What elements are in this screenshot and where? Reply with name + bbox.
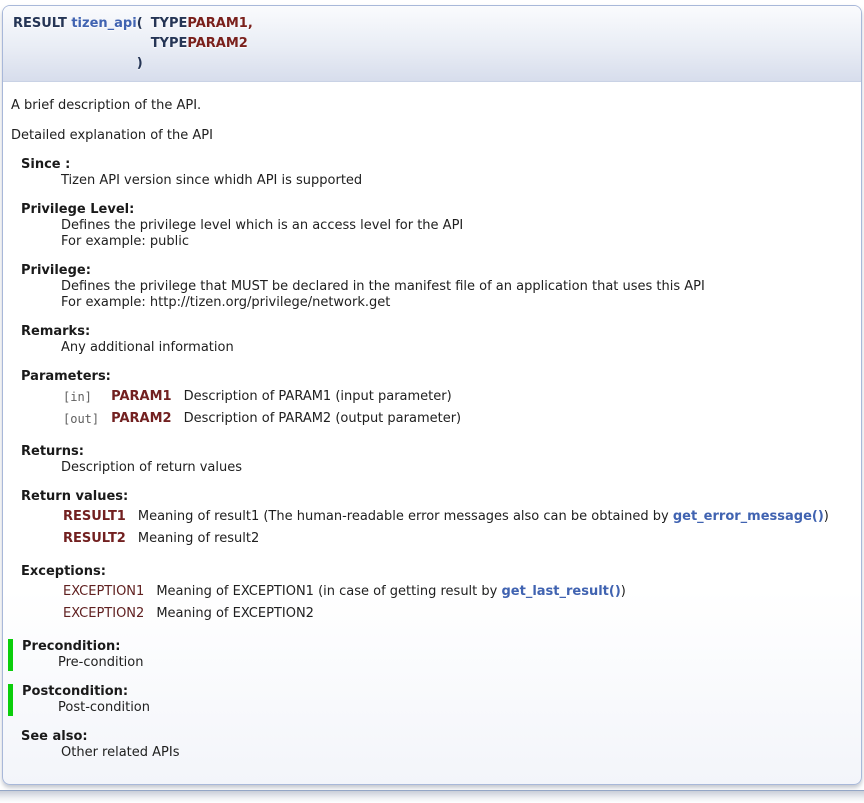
section-parameters-title: Parameters: xyxy=(21,369,855,385)
return-value-description: Meaning of result1 (The human-readable e… xyxy=(138,507,829,527)
param-name: PARAM2 xyxy=(187,34,252,54)
param-direction: [out] xyxy=(63,409,109,429)
section-postcondition-title: Postcondition: xyxy=(22,684,855,700)
section-return-values: Return values: RESULT1 Meaning of result… xyxy=(21,489,855,551)
section-returns: Returns: Description of return values xyxy=(21,444,855,476)
section-returns-text: Description of return values xyxy=(61,460,855,476)
detailed-description: Detailed explanation of the API xyxy=(11,128,853,144)
section-remarks: Remarks: Any additional information xyxy=(21,324,855,356)
section-since-text: Tizen API version since whidh API is sup… xyxy=(61,173,855,189)
function-name-link[interactable]: tizen_api xyxy=(71,16,136,31)
section-precondition-title: Precondition: xyxy=(22,639,855,655)
exception-row: EXCEPTION2 Meaning of EXCEPTION2 xyxy=(63,604,626,624)
section-since-title: Since : xyxy=(21,157,855,173)
signature-return-and-name: RESULT tizen_api xyxy=(13,14,137,34)
section-postcondition-text: Post-condition xyxy=(58,700,855,716)
section-remarks-text: Any additional information xyxy=(61,340,855,356)
parameters-list: [in] PARAM1 Description of PARAM1 (input… xyxy=(61,385,855,431)
param-description: Description of PARAM2 (output parameter) xyxy=(184,409,462,429)
param-direction: [in] xyxy=(63,387,109,407)
signature-row-2: TYPE PARAM2 xyxy=(13,34,253,54)
section-precondition: Precondition: Pre-condition xyxy=(8,639,855,671)
section-since: Since : Tizen API version since whidh AP… xyxy=(21,157,855,189)
exceptions-table: EXCEPTION1 Meaning of EXCEPTION1 (in cas… xyxy=(61,580,628,626)
section-see-also-title: See also: xyxy=(21,729,855,745)
param-type: TYPE xyxy=(151,14,188,34)
exception-row: EXCEPTION1 Meaning of EXCEPTION1 (in cas… xyxy=(63,582,626,602)
exception-name: EXCEPTION2 xyxy=(63,604,154,624)
return-values-table: RESULT1 Meaning of result1 (The human-re… xyxy=(61,505,831,551)
exception-description: Meaning of EXCEPTION1 (in case of gettin… xyxy=(156,582,626,602)
section-see-also-text: Other related APIs xyxy=(61,745,855,761)
parameters-table: [in] PARAM1 Description of PARAM1 (input… xyxy=(61,385,463,431)
param-name: PARAM1 xyxy=(111,387,181,407)
function-prototype-header: RESULT tizen_api ( TYPE PARAM1, TYPE PAR… xyxy=(3,6,861,82)
section-exceptions: Exceptions: EXCEPTION1 Meaning of EXCEPT… xyxy=(21,564,855,626)
section-privilege-example: For example: http://tizen.org/privilege/… xyxy=(61,295,855,311)
param-type: TYPE xyxy=(151,34,188,54)
section-postcondition: Postcondition: Post-condition xyxy=(8,684,855,716)
parameter-row: [in] PARAM1 Description of PARAM1 (input… xyxy=(63,387,461,407)
footer-divider xyxy=(0,790,864,803)
section-privilege-text: Defines the privilege that MUST be decla… xyxy=(61,279,855,295)
api-member-item: RESULT tizen_api ( TYPE PARAM1, TYPE PAR… xyxy=(2,5,862,785)
signature-table: RESULT tizen_api ( TYPE PARAM1, TYPE PAR… xyxy=(13,14,253,74)
parameter-row: [out] PARAM2 Description of PARAM2 (outp… xyxy=(63,409,461,429)
return-type: RESULT xyxy=(13,16,67,31)
section-parameters: Parameters: [in] PARAM1 Description of P… xyxy=(21,369,855,431)
return-value-name: RESULT1 xyxy=(63,507,136,527)
section-precondition-text: Pre-condition xyxy=(58,655,855,671)
get-error-message-link[interactable]: get_error_message() xyxy=(673,509,824,524)
section-privilege-level-text: Defines the privilege level which is an … xyxy=(61,218,855,234)
section-see-also: See also: Other related APIs xyxy=(21,729,855,761)
exception-description: Meaning of EXCEPTION2 xyxy=(156,604,626,624)
signature-row-3: ) xyxy=(13,54,253,74)
section-returns-title: Returns: xyxy=(21,444,855,460)
param-description: Description of PARAM1 (input parameter) xyxy=(184,387,462,407)
param-name: PARAM1, xyxy=(187,14,252,34)
section-privilege-level-example: For example: public xyxy=(61,234,855,250)
section-privilege-title: Privilege: xyxy=(21,263,855,279)
return-value-name: RESULT2 xyxy=(63,529,136,549)
brief-description: A brief description of the API. xyxy=(11,98,853,114)
section-remarks-title: Remarks: xyxy=(21,324,855,340)
section-privilege-level-title: Privilege Level: xyxy=(21,202,855,218)
get-last-result-link[interactable]: get_last_result() xyxy=(501,584,620,599)
section-privilege-level: Privilege Level: Defines the privilege l… xyxy=(21,202,855,250)
open-paren: ( xyxy=(137,14,151,34)
close-paren: ) xyxy=(137,54,151,74)
exception-name: EXCEPTION1 xyxy=(63,582,154,602)
member-documentation: A brief description of the API. Detailed… xyxy=(3,82,861,784)
section-return-values-title: Return values: xyxy=(21,489,855,505)
exceptions-list: EXCEPTION1 Meaning of EXCEPTION1 (in cas… xyxy=(61,580,855,626)
return-values-list: RESULT1 Meaning of result1 (The human-re… xyxy=(61,505,855,551)
section-exceptions-title: Exceptions: xyxy=(21,564,855,580)
return-value-row: RESULT1 Meaning of result1 (The human-re… xyxy=(63,507,829,527)
section-privilege: Privilege: Defines the privilege that MU… xyxy=(21,263,855,311)
return-value-description: Meaning of result2 xyxy=(138,529,829,549)
return-value-row: RESULT2 Meaning of result2 xyxy=(63,529,829,549)
signature-row-1: RESULT tizen_api ( TYPE PARAM1, xyxy=(13,14,253,34)
param-name: PARAM2 xyxy=(111,409,181,429)
